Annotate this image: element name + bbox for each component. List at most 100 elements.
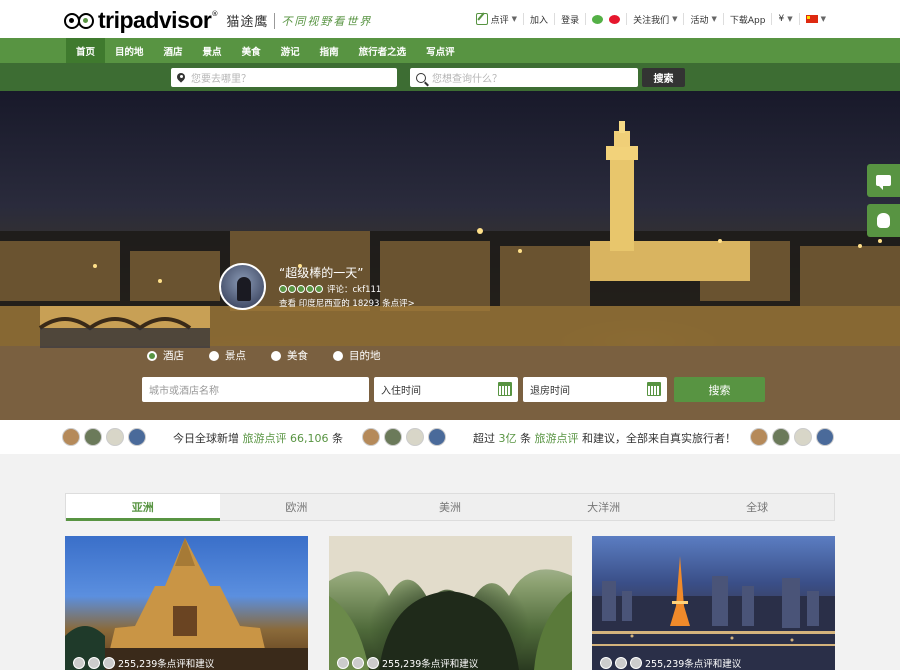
hotel-city-input[interactable]: 城市或酒店名称 (142, 377, 369, 402)
tab-oceania[interactable]: 大洋洲 (527, 494, 681, 520)
stat-prefix: 今日全球新增 (173, 432, 239, 445)
nav-item-attractions[interactable]: 景点 (193, 38, 232, 63)
reviewer-name: 评论：ckf111 (327, 285, 382, 295)
avatar (73, 657, 85, 669)
florence-cityscape-image (0, 121, 900, 420)
hero-review-link[interactable]: 查看 印度尼西亚的 18293 条点评> (279, 297, 415, 309)
weibo-icon[interactable] (609, 14, 621, 24)
avatar (352, 657, 364, 669)
avatar[interactable] (816, 428, 834, 446)
chevron-down-icon: ▼ (820, 15, 826, 23)
chevron-down-icon: ▼ (511, 15, 518, 23)
follow-label: 关注我们 (633, 15, 670, 26)
stat-suffix: 和建议，全部来自真实旅行者！ (582, 432, 736, 445)
nav-item-home[interactable]: 首页 (66, 38, 106, 63)
qq-penguin-icon (877, 213, 890, 228)
login-link[interactable]: 登录 (554, 13, 585, 26)
nav-item-guides[interactable]: 指南 (310, 38, 349, 63)
destination-card-tokyo[interactable]: 255,239条点评和建议 (592, 536, 835, 670)
radio-destinations[interactable]: 目的地 (333, 348, 395, 363)
destination-card-temple[interactable]: 255,239条点评和建议 (65, 536, 308, 670)
follow-menu[interactable]: 关注我们 ▼ (626, 13, 683, 26)
top-nav: 点评 ▼ 加入 登录 关注我们 ▼ 活动 ▼ 下载App ¥ ▼ ▼ (470, 0, 832, 38)
registered-mark: ® (211, 10, 219, 18)
tab-americas[interactable]: 美洲 (373, 494, 527, 520)
radio-restaurants[interactable]: 美食 (271, 348, 333, 363)
nav-item-destinations[interactable]: 目的地 (105, 38, 154, 63)
brand-name: tripadvisor (98, 7, 212, 33)
tab-europe[interactable]: 欧洲 (220, 494, 374, 520)
avatar[interactable] (84, 428, 102, 446)
nav-item-travelers-choice[interactable]: 旅行者之选 (349, 38, 417, 63)
currency-menu[interactable]: ¥ ▼ (771, 13, 798, 25)
avatar[interactable] (794, 428, 812, 446)
card-caption: 255,239条点评和建议 (600, 656, 741, 670)
reviews-link[interactable]: 旅游点评 (535, 432, 579, 445)
avatar[interactable] (62, 428, 80, 446)
hero-quote[interactable]: “超级棒的一天” (279, 264, 363, 281)
wechat-icon[interactable] (592, 14, 604, 24)
avatar[interactable] (772, 428, 790, 446)
radio-hotels[interactable]: 酒店 (147, 348, 209, 363)
calendar-icon[interactable] (647, 382, 661, 396)
search-button[interactable]: 搜索 (642, 68, 685, 87)
avatar (337, 657, 349, 669)
location-pin-icon (177, 73, 185, 83)
nav-item-hotels[interactable]: 酒店 (154, 38, 193, 63)
avatar[interactable] (106, 428, 124, 446)
search-icon (416, 72, 426, 83)
avatar[interactable] (406, 428, 424, 446)
radio-attractions[interactable]: 景点 (209, 348, 271, 363)
daily-reviews-stat: 今日全球新增 旅游点评 66,106 条 (173, 430, 343, 446)
avatar (600, 657, 612, 669)
chevron-down-icon: ▼ (711, 15, 717, 23)
review-menu[interactable]: 点评 ▼ (470, 13, 523, 26)
avatar[interactable] (384, 428, 402, 446)
main-nav: 首页 目的地 酒店 景点 美食 游记 指南 旅行者之选 写点评 (0, 38, 900, 63)
nav-item-write-review[interactable]: 写点评 (416, 38, 465, 63)
what-placeholder: 您想查询什么？ (432, 74, 502, 85)
checkin-date-input[interactable]: 入住时间 (374, 377, 518, 402)
radio-label: 酒店 (163, 350, 184, 362)
destination-card-cave[interactable]: 255,239条点评和建议 (329, 536, 572, 670)
card-caption: 255,239条点评和建议 (337, 656, 478, 670)
activity-label: 活动 (690, 15, 709, 26)
avatar[interactable] (428, 428, 446, 446)
cave-image (329, 536, 572, 670)
card-review-count: 255,239条点评和建议 (645, 659, 742, 670)
what-search-input[interactable]: 您想查询什么？ (410, 68, 638, 87)
chat-bubble-icon (876, 175, 891, 190)
avatar[interactable] (128, 428, 146, 446)
reviewer-avatar[interactable] (219, 263, 266, 310)
avatar[interactable] (750, 428, 768, 446)
logo[interactable]: tripadvisor ® 猫途鹰 不同视野看世界 (64, 7, 372, 34)
review-label: 点评 (490, 15, 509, 26)
calendar-icon[interactable] (498, 382, 512, 396)
qq-button[interactable] (867, 204, 900, 237)
feedback-button[interactable] (867, 164, 900, 197)
tab-asia[interactable]: 亚洲 (66, 494, 220, 521)
nav-item-restaurants[interactable]: 美食 (232, 38, 271, 63)
rating-bubble-icon (297, 285, 305, 293)
reviewer-avatars-left (62, 428, 146, 446)
tokyo-skyline-image (592, 556, 835, 670)
join-link[interactable]: 加入 (523, 13, 554, 26)
rating-bubble-icon (288, 285, 296, 293)
checkout-date-input[interactable]: 退房时间 (523, 377, 667, 402)
stat-prefix: 超过 (473, 432, 495, 445)
avatar[interactable] (362, 428, 380, 446)
activity-menu[interactable]: 活动 ▼ (683, 13, 722, 26)
avatar (88, 657, 100, 669)
checkout-label: 退房时间 (530, 386, 570, 397)
total-review-count: 3亿 (498, 432, 517, 445)
reviews-link[interactable]: 旅游点评 (243, 432, 287, 445)
language-menu[interactable]: ▼ (798, 13, 832, 25)
nav-item-travelogues[interactable]: 游记 (271, 38, 310, 63)
download-app-link[interactable]: 下载App (722, 13, 772, 26)
hotel-search-button[interactable]: 搜索 (674, 377, 765, 402)
social-links[interactable] (585, 13, 626, 25)
daily-review-count: 66,106 (290, 432, 329, 445)
tab-global[interactable]: 全球 (680, 494, 834, 520)
where-search-input[interactable]: 您要去哪里？ (171, 68, 397, 87)
card-review-count: 255,239条点评和建议 (382, 659, 479, 670)
